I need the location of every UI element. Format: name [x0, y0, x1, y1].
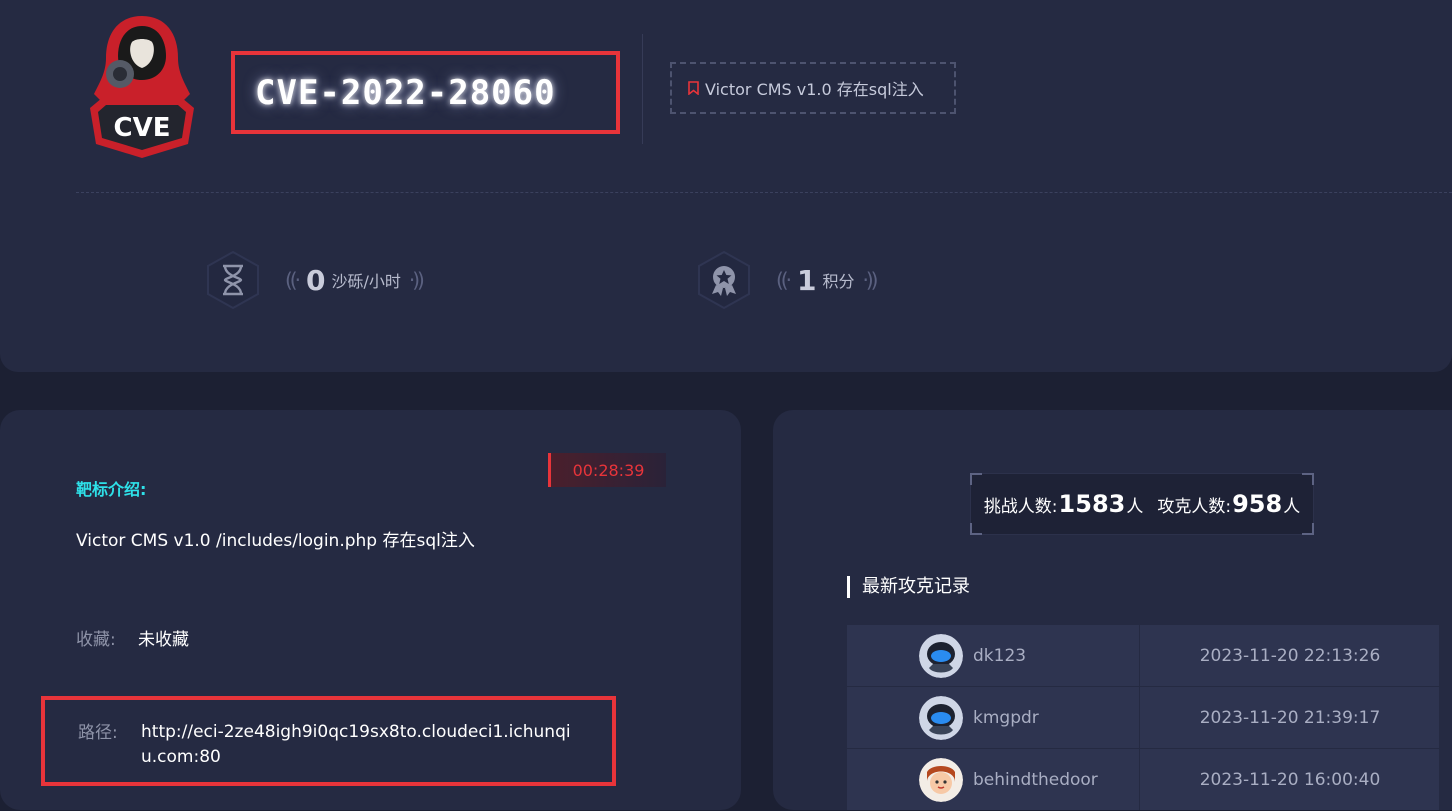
table-row: dk123 2023-11-20 22:13:26: [847, 625, 1439, 686]
challengers-unit: 人: [1126, 496, 1144, 517]
record-time: 2023-11-20 21:39:17: [1199, 707, 1381, 728]
girl-avatar: [919, 757, 963, 802]
intro-label: 靶标介绍:: [76, 480, 147, 499]
hourglass-icon: [207, 250, 259, 310]
points-stat: ((· 1 积分 ·)): [694, 250, 883, 310]
header-divider: [642, 34, 643, 144]
description-tag-text: Victor CMS v1.0 存在sql注入: [705, 80, 924, 99]
records-title: 最新攻克记录: [847, 576, 970, 598]
reward-rate-unit: 沙砾/小时: [331, 272, 401, 291]
cve-title-highlight: CVE-2022-28060: [231, 51, 620, 134]
favorite-label: 收藏:: [76, 630, 116, 650]
robot-avatar: [919, 695, 963, 740]
page-title: CVE-2022-28060: [255, 72, 556, 113]
challengers-label: 挑战人数:: [983, 496, 1058, 517]
solvers-count: 958: [1232, 490, 1283, 518]
path-label: 路径:: [78, 723, 118, 743]
points-unit: 积分: [822, 272, 855, 291]
reward-rate-value: 0: [305, 263, 326, 297]
record-username[interactable]: dk123: [973, 646, 1026, 666]
solvers-unit: 人: [1283, 496, 1301, 517]
target-url-link[interactable]: http://eci-2ze48igh9i0qc19sx8to.cloudeci…: [141, 720, 581, 770]
intro-text: Victor CMS v1.0 /includes/login.php 存在sq…: [76, 531, 475, 551]
record-time: 2023-11-20 16:00:40: [1199, 769, 1381, 790]
reward-rate-stat: ((· 0 沙砾/小时 ·)): [203, 250, 430, 310]
challenge-header-card: [0, 0, 1452, 372]
table-row: kmgpdr 2023-11-20 21:39:17: [847, 687, 1439, 748]
points-value: 1: [796, 263, 817, 297]
record-time: 2023-11-20 22:13:26: [1199, 645, 1381, 666]
dashed-divider: [76, 192, 1452, 193]
record-username[interactable]: kmgpdr: [973, 708, 1039, 728]
solvers-label: 攻克人数:: [1157, 496, 1232, 517]
favorite-toggle[interactable]: 未收藏: [138, 625, 189, 650]
countdown-timer: 00:28:39: [548, 453, 666, 487]
robot-avatar: [919, 633, 963, 678]
solve-records-table: dk123 2023-11-20 22:13:26 kmgpdr 2023-11…: [847, 625, 1439, 811]
record-username[interactable]: behindthedoor: [973, 770, 1098, 790]
bookmark-icon: [688, 81, 699, 95]
description-tag: Victor CMS v1.0 存在sql注入: [670, 62, 956, 114]
table-row: behindthedoor 2023-11-20 16:00:40: [847, 749, 1439, 810]
cve-logo: CVE: [90, 16, 194, 158]
challenge-counts: 挑战人数: 1583 人 攻克人数: 958 人: [970, 473, 1314, 535]
logo-text: CVE: [114, 113, 171, 143]
challengers-count: 1583: [1058, 490, 1126, 518]
medal-icon: [698, 250, 750, 310]
path-highlight: 路径: http://eci-2ze48igh9i0qc19sx8to.clou…: [41, 696, 616, 786]
